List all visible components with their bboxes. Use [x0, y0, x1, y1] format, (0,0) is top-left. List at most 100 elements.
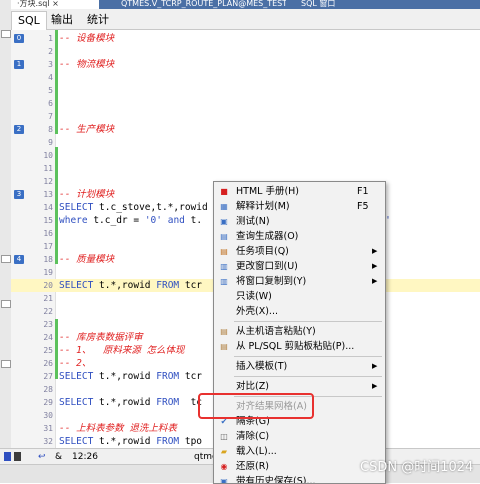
tab-sql[interactable]: SQL	[11, 11, 47, 30]
menu-separator	[234, 321, 382, 322]
document-tab[interactable]: SQL 窗口	[301, 0, 361, 9]
menu-item[interactable]: 只读(W)	[214, 289, 385, 304]
left-panel-handle[interactable]	[1, 255, 11, 263]
line-number: 19	[43, 268, 53, 277]
code-text[interactable]: -- 质量模块	[59, 253, 114, 266]
submenu-arrow-icon: ▶	[372, 362, 378, 370]
menu-separator	[234, 356, 382, 357]
left-panel-handle[interactable]	[1, 300, 11, 308]
code-text[interactable]: SELECT t.*,rowid FROM tcr	[59, 370, 202, 383]
menu-item-label: 带有历史保存(S)...	[236, 476, 316, 484]
menu-item-label: 更改窗口到(U)	[236, 261, 298, 272]
menu-item[interactable]: ▤ 从主机语言粘贴(Y)	[214, 324, 385, 339]
line-number: 12	[43, 177, 53, 186]
code-line[interactable]: 7	[11, 110, 480, 123]
document-tab[interactable]: ·方块.sql ×	[11, 0, 99, 9]
code-line[interactable]: 6	[11, 97, 480, 110]
bookmark-icon[interactable]: 0	[14, 34, 24, 43]
code-line[interactable]: 2	[11, 45, 480, 58]
menu-item[interactable]: ▤ 从 PL/SQL 剪贴板粘贴(P)...	[214, 339, 385, 354]
line-number: 32	[43, 437, 53, 446]
ampersand-icon: &	[55, 452, 63, 462]
menu-item-label: 对比(Z)	[236, 381, 269, 392]
menu-item-label: 从主机语言粘贴(Y)	[236, 326, 316, 337]
line-number: 9	[48, 138, 53, 147]
bookmark-icon[interactable]: 1	[14, 60, 24, 69]
code-line[interactable]: 5	[11, 84, 480, 97]
menu-item[interactable]: ◫ 清除(C)	[214, 429, 385, 444]
menu-item-label: 外壳(X)...	[236, 306, 278, 317]
menu-item[interactable]: ▣ 带有历史保存(S)...	[214, 474, 385, 484]
menu-shortcut: F1	[357, 186, 369, 197]
query-builder-icon: ▤	[220, 232, 228, 241]
tab-statistics[interactable]: 统计	[81, 11, 115, 29]
document-tab[interactable]: QTMES.V_TCRP_ROUTE_PLAN@MES_TEST	[121, 0, 286, 9]
menu-item-label: 从 PL/SQL 剪贴板粘贴(P)...	[236, 341, 355, 352]
html-manual-icon: ■	[220, 187, 228, 196]
code-text[interactable]: -- 库房表数据评审	[59, 331, 143, 344]
line-number: 30	[43, 411, 53, 420]
left-panel-handle[interactable]	[1, 30, 11, 38]
code-text[interactable]: -- 2、	[59, 357, 91, 370]
change-window-icon: ▥	[220, 262, 228, 271]
code-line[interactable]: 2 8 -- 生产模块	[11, 123, 480, 136]
code-line[interactable]: 1 3 -- 物流模块	[11, 58, 480, 71]
code-line[interactable]: 4	[11, 71, 480, 84]
code-text[interactable]: -- 计划模块	[59, 188, 114, 201]
menu-item[interactable]: 外壳(X)...	[214, 304, 385, 319]
bookmark-icon[interactable]: 4	[14, 255, 24, 264]
menu-item[interactable]: ▥ 将窗口复制到(Y) ▶	[214, 274, 385, 289]
code-text[interactable]: SELECT t.*,rowid FROM tcr	[59, 279, 202, 292]
bookmark-icon[interactable]: 3	[14, 190, 24, 199]
copy-window-icon: ▥	[220, 277, 228, 286]
task-items-icon: ▤	[220, 247, 228, 256]
code-line[interactable]: 9	[11, 136, 480, 149]
load-icon: ▰	[220, 447, 228, 456]
menu-item[interactable]: 插入模板(T) ▶	[214, 359, 385, 374]
explain-plan-icon: ▦	[220, 202, 228, 211]
line-number: 21	[43, 294, 53, 303]
menu-item[interactable]: ▤ 任务项目(Q) ▶	[214, 244, 385, 259]
menu-item[interactable]: ▣ 测试(N)	[214, 214, 385, 229]
paste-host-icon: ▤	[220, 327, 228, 336]
document-tab-bar: ·方块.sql × QTMES.V_TCRP_ROUTE_PLAN@MES_TE…	[11, 0, 480, 9]
code-text[interactable]: SELECT t.*,rowid FROM tpo	[59, 435, 202, 448]
menu-item[interactable]: 对比(Z) ▶	[214, 379, 385, 394]
menu-item[interactable]: ▥ 更改窗口到(U) ▶	[214, 259, 385, 274]
cursor-position: 12:26	[72, 452, 98, 462]
code-text[interactable]: -- 设备模块	[59, 32, 114, 45]
line-number: 24	[43, 333, 53, 342]
line-number: 4	[48, 73, 53, 82]
line-number: 31	[43, 424, 53, 433]
line-number: 2	[48, 47, 53, 56]
menu-item-label: HTML 手册(H)	[236, 186, 300, 197]
code-text[interactable]: SELECT t.*,rowid FROM tc	[59, 396, 202, 409]
menu-item[interactable]: ■ HTML 手册(H) F1	[214, 184, 385, 199]
code-text[interactable]: -- 物流模块	[59, 58, 114, 71]
tab-output[interactable]: 输出	[45, 11, 79, 29]
paste-plsql-icon: ▤	[220, 342, 228, 351]
left-panel-handle[interactable]	[1, 360, 11, 368]
submenu-arrow-icon: ▶	[372, 277, 378, 285]
line-number: 6	[48, 99, 53, 108]
menu-item[interactable]: ▤ 查询生成器(O)	[214, 229, 385, 244]
line-number: 5	[48, 86, 53, 95]
line-number: 16	[43, 229, 53, 238]
code-text[interactable]: -- 上料表参数 退洗上料表	[59, 422, 177, 435]
menu-item[interactable]: ▦ 解释计划(M) F5	[214, 199, 385, 214]
line-number: 26	[43, 359, 53, 368]
code-text[interactable]: -- 生产模块	[59, 123, 114, 136]
code-line[interactable]: 0 1 -- 设备模块	[11, 32, 480, 45]
line-number: 23	[43, 320, 53, 329]
undo-icon[interactable]: ↩	[38, 451, 46, 463]
line-number: 15	[43, 216, 53, 225]
line-number: 25	[43, 346, 53, 355]
code-line[interactable]: 11	[11, 162, 480, 175]
menu-shortcut: F5	[357, 201, 369, 212]
menu-item-label: 插入模板(T)	[236, 361, 288, 372]
test-icon: ▣	[220, 217, 228, 226]
line-number: 18	[43, 255, 53, 264]
code-line[interactable]: 10	[11, 149, 480, 162]
line-number: 1	[48, 34, 53, 43]
bookmark-icon[interactable]: 2	[14, 125, 24, 134]
